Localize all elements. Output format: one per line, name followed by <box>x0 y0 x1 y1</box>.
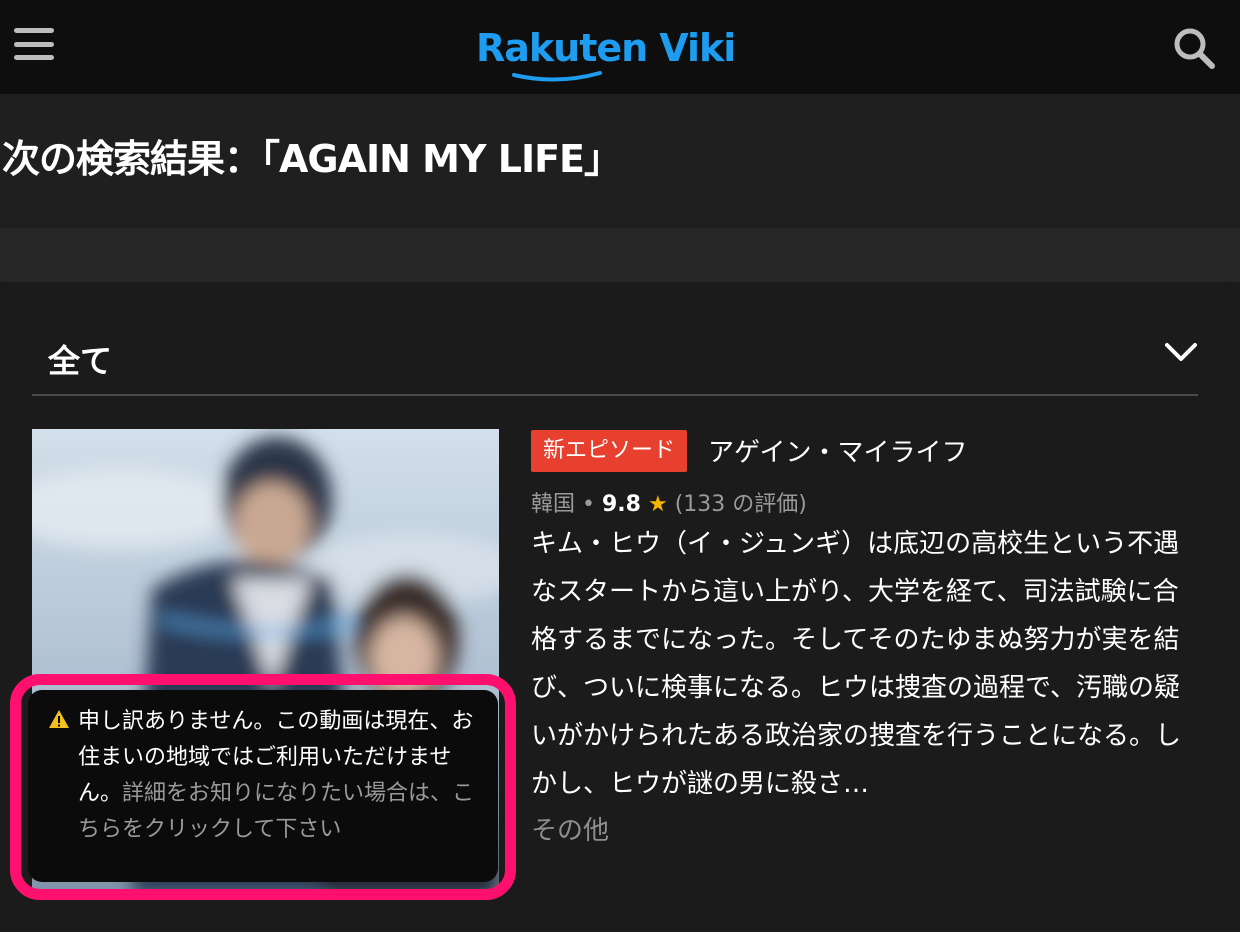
review-count: (133 の評価) <box>674 492 807 517</box>
logo-swoosh-icon <box>512 71 602 82</box>
notice-details-link[interactable]: 詳細をお知りになりたい場合は、こちらをクリックして下さい <box>78 781 474 842</box>
region-unavailable-notice: 申し訳ありません。この動画は現在、お住まいの地域ではご利用いただけません。詳細を… <box>28 690 498 882</box>
hamburger-menu-icon[interactable] <box>14 28 54 60</box>
warning-icon <box>49 710 69 728</box>
chevron-down-icon[interactable] <box>1164 340 1198 364</box>
filter-selected-label: 全て <box>48 342 113 380</box>
show-meta: 韓国 • 9.8 ★ (133 の評価) <box>531 486 807 518</box>
show-rating: 9.8 <box>601 492 641 517</box>
logo-viki-text: Viki <box>659 26 736 70</box>
section-divider <box>0 228 1240 282</box>
search-results-title: 次の検索結果：「AGAIN MY LIFE」 <box>2 137 622 181</box>
more-link[interactable]: その他 <box>531 810 609 847</box>
show-description: キム・ヒウ（イ・ジュンギ）は底辺の高校生という不遇なスタートから這い上がり、大学… <box>531 529 1182 799</box>
show-title[interactable]: アゲイン・マイライフ <box>708 432 967 469</box>
top-navigation-bar: Rakuten Viki <box>0 0 1240 94</box>
show-country: 韓国 • <box>531 492 602 517</box>
filter-dropdown[interactable]: 全て <box>32 320 1198 396</box>
new-episode-badge: 新エピソード <box>531 430 688 472</box>
star-icon: ★ <box>647 492 668 517</box>
notice-text: 申し訳ありません。この動画は現在、お住まいの地域ではご利用いただけません。詳細を… <box>78 704 478 848</box>
search-icon[interactable] <box>1170 24 1218 72</box>
logo-rakuten-text: Rakuten <box>476 26 648 70</box>
rakuten-viki-logo[interactable]: Rakuten Viki <box>476 26 736 82</box>
